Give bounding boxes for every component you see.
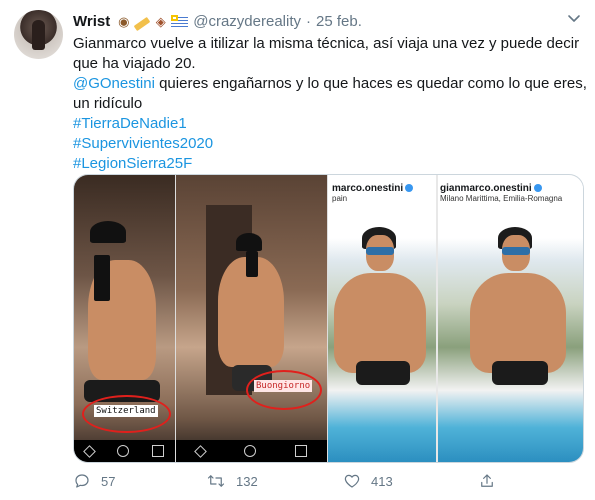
hashtag-link[interactable]: #LegionSierra25F [73, 154, 583, 174]
body-shape [470, 273, 566, 373]
chevron-down-icon[interactable] [566, 10, 582, 26]
nav-home-icon [116, 445, 129, 457]
display-name[interactable]: Wrist [73, 13, 110, 30]
dog-emoji-icon: ◈ [155, 13, 166, 29]
tweet-text: Gianmarco vuelve a itilizar la misma téc… [73, 34, 587, 174]
tweet-header: Wrist ◉ ◈ @crazydereality · 25 feb. [73, 10, 362, 32]
phone-nav-bar [176, 440, 327, 462]
mention-link[interactable]: @GOnestini [73, 75, 155, 92]
shorts [356, 361, 410, 385]
instagram-username: marco.onestini [332, 183, 404, 194]
nav-back-icon [193, 444, 207, 458]
shorts [492, 361, 548, 385]
nav-home-icon [243, 445, 256, 457]
instagram-location: Milano Marittima, Emilia-Romagna [440, 194, 563, 203]
location-sticker: Buongiorno [254, 380, 313, 392]
pencil-emoji-icon [133, 16, 151, 31]
reply-icon [75, 474, 89, 488]
name-emojis: ◉ ◈ [116, 13, 189, 31]
media-grid[interactable]: Switzerland Buongiorno marco.onestini pa… [73, 174, 584, 463]
media-photo-2[interactable]: Buongiorno [176, 175, 327, 462]
phone [94, 255, 110, 301]
body-shape [334, 273, 426, 373]
instagram-location: pain [332, 194, 348, 203]
tweet-actions: 57 132 413 [73, 468, 583, 494]
uruguay-flag-icon [171, 15, 189, 27]
retweet-count: 132 [236, 473, 258, 489]
retweet-icon [207, 475, 225, 487]
tweet[interactable]: Wrist ◉ ◈ @crazydereality · 25 feb. Gian… [0, 0, 595, 500]
photo-divider [436, 175, 438, 462]
cap [236, 233, 262, 251]
instagram-header: marco.onestini pain [328, 181, 446, 205]
nav-back-icon [83, 444, 97, 458]
instagram-header: gianmarco.onestini Milano Marittima, Emi… [436, 181, 583, 205]
hashtag-link[interactable]: #TierraDeNadie1 [73, 114, 583, 134]
sunglasses [502, 247, 530, 255]
reply-action[interactable]: 57 [73, 468, 115, 494]
like-count: 413 [371, 473, 393, 489]
retweet-action[interactable]: 132 [206, 468, 258, 494]
like-action[interactable]: 413 [343, 468, 393, 494]
share-icon [481, 474, 493, 487]
nav-recent-icon [151, 445, 164, 457]
owl-emoji-icon: ◉ [118, 13, 130, 29]
verified-icon [533, 184, 542, 193]
tweet-text-line: un ridículo [73, 95, 143, 112]
hashtag-link[interactable]: #Supervivientes2020 [73, 134, 583, 154]
tweet-text-line: que ha viajado 20. [73, 55, 196, 72]
cap [90, 221, 126, 243]
tweet-text-line: @GOnestini quieres engañarnos y lo que h… [73, 74, 587, 94]
avatar[interactable] [14, 10, 63, 59]
tweet-date[interactable]: 25 feb. [316, 13, 362, 30]
tweet-text-segment: quieres engañarnos y lo que haces es que… [154, 75, 587, 92]
phone-nav-bar [74, 440, 175, 462]
nav-recent-icon [295, 445, 308, 457]
reply-count: 57 [101, 473, 116, 489]
like-icon [344, 474, 360, 488]
location-sticker: Switzerland [94, 405, 158, 417]
media-photo-1[interactable]: Switzerland [74, 175, 175, 462]
user-handle[interactable]: @crazydereality [193, 13, 301, 30]
separator-dot: · [306, 12, 311, 30]
share-action[interactable] [478, 468, 496, 494]
tweet-text-line: Gianmarco vuelve a itilizar la misma téc… [73, 35, 580, 52]
sunglasses [366, 247, 394, 255]
verified-icon [405, 184, 414, 193]
phone [246, 251, 258, 277]
media-photo-3[interactable]: marco.onestini pain gianmarco.onestini M… [328, 175, 583, 462]
instagram-username: gianmarco.onestini [440, 183, 532, 194]
